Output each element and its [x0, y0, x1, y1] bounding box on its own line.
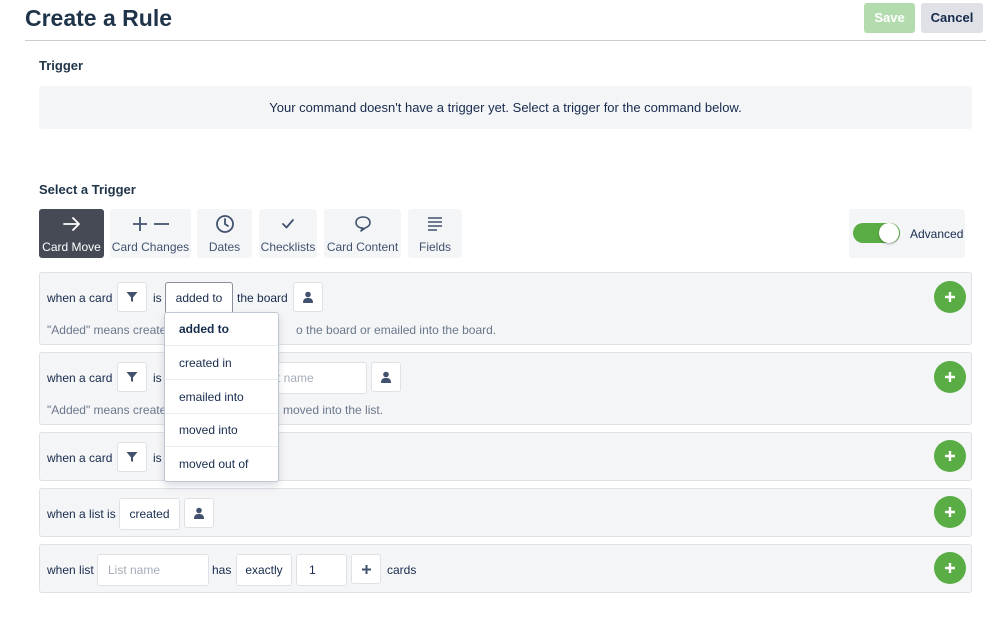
filter-icon: [126, 452, 138, 462]
add-trigger-button[interactable]: [934, 552, 966, 584]
plus-icon: [945, 292, 955, 302]
rule-text: when a card: [47, 371, 113, 385]
count-stepper-button[interactable]: [351, 554, 381, 584]
list-name-input[interactable]: t name: [266, 362, 367, 394]
tab-checklists[interactable]: Checklists: [259, 209, 317, 258]
plus-icon: [361, 564, 371, 574]
tab-label: Checklists: [260, 240, 316, 254]
user-icon: [303, 291, 313, 303]
header: Create a Rule Save Cancel: [25, 0, 986, 41]
cancel-button[interactable]: Cancel: [921, 3, 983, 33]
rule-row-list-created: when a list is created: [39, 488, 972, 537]
comment-icon: [324, 214, 401, 234]
rule-text: cards: [387, 563, 417, 577]
rule-hint: o the board or emailed into the board.: [296, 323, 497, 337]
dropdown-option-added-to[interactable]: added to: [165, 313, 278, 346]
rule-text: when list: [47, 563, 94, 577]
plus-minus-icon: [110, 214, 191, 234]
rule-text: has: [212, 563, 232, 577]
rule-text: when a list is: [47, 507, 116, 521]
check-icon: [259, 214, 317, 234]
user-icon: [381, 371, 391, 383]
lines-icon: [408, 214, 462, 234]
trigger-empty-message: Your command doesn't have a trigger yet.…: [39, 86, 972, 129]
plus-icon: [945, 507, 955, 517]
trigger-section-title: Trigger: [39, 58, 84, 73]
arrow-right-icon: [39, 214, 104, 234]
filter-button[interactable]: [117, 442, 147, 472]
tab-fields[interactable]: Fields: [408, 209, 462, 258]
advanced-toggle-panel: Advanced: [849, 209, 965, 258]
comparator-select[interactable]: exactly: [236, 554, 292, 586]
add-trigger-button[interactable]: [934, 281, 966, 313]
list-name-input[interactable]: List name: [97, 554, 209, 586]
advanced-toggle[interactable]: [853, 223, 900, 243]
tab-card-content[interactable]: Card Content: [324, 209, 401, 258]
filter-button[interactable]: [117, 282, 147, 312]
action-select[interactable]: added to: [165, 282, 233, 314]
tab-label: Dates: [208, 240, 241, 254]
select-trigger-title: Select a Trigger: [39, 182, 136, 197]
add-trigger-button[interactable]: [934, 496, 966, 528]
user-icon: [194, 507, 204, 519]
tab-card-move[interactable]: Card Move: [39, 209, 104, 258]
rule-row-list-card-count: when list List name has exactly 1 cards: [39, 544, 972, 593]
rule-text: when a card: [47, 291, 113, 305]
tab-label: Fields: [418, 240, 451, 254]
action-dropdown-menu: added to created in emailed into moved i…: [164, 312, 279, 482]
dropdown-option-created-in[interactable]: created in: [165, 347, 278, 380]
rule-hint: "Added" means create: [47, 403, 167, 417]
filter-icon: [126, 372, 138, 382]
dropdown-option-moved-into[interactable]: moved into: [165, 414, 278, 447]
add-trigger-button[interactable]: [934, 361, 966, 393]
plus-icon: [945, 563, 955, 573]
save-button[interactable]: Save: [864, 3, 915, 33]
toggle-knob: [879, 223, 899, 243]
rule-hint: "Added" means create: [47, 323, 167, 337]
tab-label: Card Move: [42, 240, 101, 254]
rule-hint: moved into the list.: [283, 403, 384, 417]
user-filter-button[interactable]: [293, 282, 323, 312]
list-action-select[interactable]: created: [119, 498, 180, 530]
rule-text: the board: [237, 291, 288, 305]
tab-label: Card Content: [326, 240, 399, 254]
rule-text: is: [153, 451, 162, 465]
tab-dates[interactable]: Dates: [197, 209, 252, 258]
clock-icon: [197, 214, 252, 234]
filter-icon: [126, 292, 138, 302]
tab-label: Card Changes: [111, 240, 190, 254]
tab-card-changes[interactable]: Card Changes: [110, 209, 191, 258]
rule-text: when a card: [47, 451, 113, 465]
advanced-label: Advanced: [910, 227, 964, 241]
dropdown-option-emailed-into[interactable]: emailed into: [165, 381, 278, 414]
plus-icon: [945, 372, 955, 382]
rule-text: is: [153, 371, 162, 385]
user-filter-button[interactable]: [184, 498, 214, 528]
add-trigger-button[interactable]: [934, 440, 966, 472]
filter-button[interactable]: [117, 362, 147, 392]
plus-icon: [945, 451, 955, 461]
page-title: Create a Rule: [25, 5, 173, 31]
rule-text: is: [153, 291, 162, 305]
count-input[interactable]: 1: [296, 554, 347, 586]
dropdown-option-moved-out-of[interactable]: moved out of: [165, 448, 278, 481]
user-filter-button[interactable]: [371, 362, 401, 392]
